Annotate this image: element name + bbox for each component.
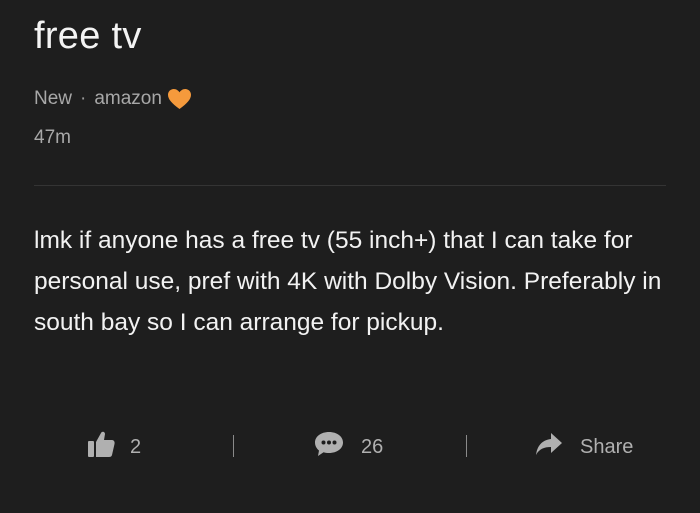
share-button[interactable]: Share [534, 426, 633, 468]
action-separator [233, 435, 234, 457]
post-timestamp: 47m [34, 127, 71, 148]
divider [34, 185, 666, 186]
thumbs-up-icon [86, 429, 116, 465]
orange-heart-icon [167, 88, 192, 110]
post-title: free tv [34, 15, 142, 57]
share-label: Share [580, 435, 634, 458]
comment-count: 26 [361, 435, 384, 458]
comment-bubble-icon [313, 429, 345, 465]
like-button[interactable]: 2 [86, 426, 141, 468]
action-bar: 2 26 Share [0, 426, 700, 468]
post-meta: New · amazon [34, 86, 192, 112]
action-separator [466, 435, 467, 457]
new-badge: New [34, 88, 73, 109]
post-body: lmk if anyone has a free tv (55 inch+) t… [34, 227, 662, 336]
author-name[interactable]: amazon [94, 88, 162, 110]
post-detail: free tv New · amazon 47m lmk if anyone h… [0, 0, 700, 513]
comment-button[interactable]: 26 [313, 426, 383, 468]
meta-separator: · [80, 88, 87, 109]
like-count: 2 [130, 435, 142, 458]
share-arrow-icon [534, 431, 564, 463]
